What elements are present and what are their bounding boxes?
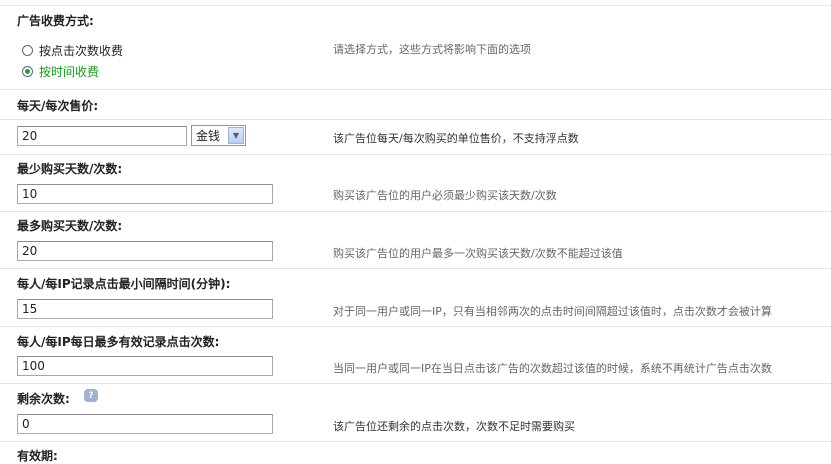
row-divider [0,89,831,90]
chevron-down-icon[interactable]: ▼ [228,127,244,144]
row-divider [0,119,831,120]
radio-button[interactable] [22,45,33,56]
click-interval-input[interactable] [17,299,273,319]
billing-method-label: 广告收费方式: [17,14,94,28]
row-divider [0,326,831,327]
price-hint: 该广告位每天/每次购买的单位售价，不支持浮点数 [333,132,579,145]
help-icon[interactable]: ? [84,389,98,402]
remaining-input[interactable] [17,414,273,434]
min-days-hint: 购买该广告位的用户必须最少购买该天数/次数 [333,189,557,202]
min-days-input[interactable] [17,184,273,204]
top-divider [0,0,831,6]
daily-clicks-input[interactable] [17,356,273,376]
currency-select-value: 金钱 [196,129,221,143]
radio-button-selected[interactable] [22,66,33,77]
max-days-input[interactable] [17,241,273,261]
daily-clicks-hint: 当同一用户或同一IP在当日点击该广告的次数超过该值的时候，系统不再统计广告点击次… [333,362,772,375]
remaining-hint: 该广告位还剩余的点击次数，次数不足时需要购买 [333,420,575,433]
click-interval-label: 每人/每IP记录点击最小间隔时间(分钟): [17,277,231,291]
radio-option-label: 按时间收费 [39,65,100,79]
click-interval-hint: 对于同一用户或同一IP，只有当相邻两次的点击时间间隔超过该值时，点击次数才会被计… [333,305,772,318]
validity-label: 有效期: [17,449,58,463]
price-input[interactable] [17,126,187,146]
daily-clicks-label: 每人/每IP每日最多有效记录点击次数: [17,335,220,349]
min-days-label: 最少购买天数/次数: [17,162,123,176]
radio-option-label: 按点击次数收费 [39,44,124,58]
radio-option-per-click[interactable]: 按点击次数收费 [22,42,123,59]
remaining-label: 剩余次数: [17,392,70,406]
row-divider [0,154,831,155]
row-divider [0,441,831,442]
row-divider [0,211,831,212]
radio-option-by-time[interactable]: 按时间收费 [22,63,99,80]
row-divider [0,383,831,384]
max-days-hint: 购买该广告位的用户最多一次购买该天数/次数不能超过该值 [333,247,623,260]
currency-select[interactable]: 金钱 ▼ [191,125,246,146]
billing-method-hint: 请选择方式，这些方式将影响下面的选项 [333,43,531,56]
price-label: 每天/每次售价: [17,99,99,113]
max-days-label: 最多购买天数/次数: [17,219,123,233]
row-divider [0,268,831,269]
